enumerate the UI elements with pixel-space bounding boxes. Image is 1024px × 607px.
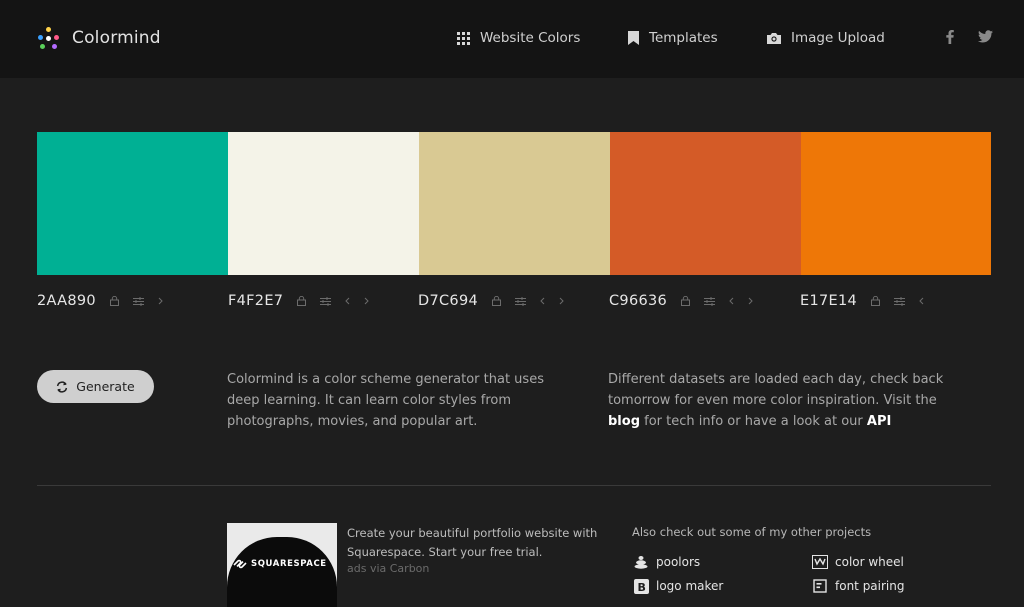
nav-image-upload[interactable]: Image Upload (767, 28, 885, 48)
ad-text[interactable]: Create your beautiful portfolio website … (347, 524, 607, 562)
lock-icon[interactable] (492, 296, 501, 306)
colormind-logo-icon[interactable] (36, 26, 60, 50)
swatch-control-4: C96636 (609, 290, 767, 312)
adjust-sliders-icon[interactable] (704, 296, 716, 306)
poolors-icon (633, 554, 649, 570)
dataset-info-pre: Different datasets are loaded each day, … (608, 372, 944, 408)
font-pairing-icon (812, 578, 828, 594)
chevron-left-icon[interactable] (919, 297, 924, 305)
chevron-left-icon[interactable] (729, 297, 734, 305)
project-label: poolors (656, 555, 701, 569)
project-logo-maker[interactable]: B logo maker (633, 578, 723, 594)
color-swatch-2[interactable] (228, 132, 419, 275)
swatch-control-3: D7C694 (418, 290, 578, 312)
generate-button[interactable]: Generate (37, 370, 154, 403)
adjust-sliders-icon[interactable] (894, 296, 906, 306)
hex-code[interactable]: E17E14 (800, 293, 857, 309)
color-swatch-4[interactable] (610, 132, 801, 275)
facebook-icon[interactable] (946, 30, 954, 48)
refresh-icon (56, 380, 68, 393)
project-font-pairing[interactable]: font pairing (812, 578, 905, 594)
color-palette (37, 132, 991, 275)
project-poolors[interactable]: poolors (633, 554, 700, 570)
nav-website-colors[interactable]: Website Colors (457, 28, 580, 48)
hex-code[interactable]: 2AA890 (37, 293, 96, 309)
color-swatch-3[interactable] (419, 132, 610, 275)
swatch-control-2: F4F2E7 (228, 290, 383, 312)
section-divider (37, 485, 991, 486)
adjust-sliders-icon[interactable] (515, 296, 526, 306)
color-swatch-1[interactable] (37, 132, 228, 275)
lock-icon[interactable] (109, 296, 119, 306)
color-wheel-icon (812, 554, 828, 570)
chevron-right-icon[interactable] (559, 297, 564, 305)
nav-templates[interactable]: Templates (628, 28, 718, 48)
chevron-left-icon[interactable] (540, 297, 545, 305)
ad-shape (227, 537, 337, 607)
swatch-controls: 2AA890 F4F2E7 D7C694 C96636 E17E14 (37, 290, 991, 312)
project-label: font pairing (835, 579, 905, 593)
chevron-right-icon[interactable] (364, 297, 370, 305)
chevron-right-icon[interactable] (748, 297, 753, 305)
hex-code[interactable]: D7C694 (418, 293, 478, 309)
lock-icon[interactable] (297, 296, 307, 306)
nav-label: Image Upload (791, 30, 885, 46)
grid-icon (457, 31, 470, 45)
logo-maker-icon: B (633, 578, 649, 594)
hex-code[interactable]: C96636 (609, 293, 667, 309)
chevron-left-icon[interactable] (345, 297, 350, 305)
squarespace-logo: SQUARESPACE (233, 559, 327, 569)
hex-code[interactable]: F4F2E7 (228, 293, 283, 309)
svg-text:B: B (637, 581, 645, 594)
color-swatch-5[interactable] (801, 132, 991, 275)
ad-via-link[interactable]: ads via Carbon (347, 562, 429, 575)
adjust-sliders-icon[interactable] (132, 296, 144, 306)
other-projects-title: Also check out some of my other projects (632, 525, 872, 539)
ad-image[interactable]: SQUARESPACE (227, 523, 337, 607)
top-navbar: Colormind Website Colors Templates Image… (0, 0, 1024, 78)
lock-icon[interactable] (871, 296, 881, 306)
intro-text: Colormind is a color scheme generator th… (227, 372, 544, 429)
chevron-right-icon[interactable] (158, 297, 163, 305)
swatch-control-5: E17E14 (800, 290, 938, 312)
dataset-info-mid: for tech info or have a look at our (644, 414, 863, 429)
generate-label: Generate (76, 379, 135, 394)
bookmark-icon (628, 31, 639, 45)
ad-brand: SQUARESPACE (251, 559, 327, 569)
brand-name[interactable]: Colormind (72, 28, 161, 48)
swatch-control-1: 2AA890 (37, 290, 177, 312)
dataset-info-text: Different datasets are loaded each day, … (608, 369, 948, 432)
project-label: logo maker (656, 579, 724, 593)
api-link[interactable]: API (867, 414, 891, 429)
adjust-sliders-icon[interactable] (320, 296, 332, 306)
project-color-wheel[interactable]: color wheel (812, 554, 904, 570)
blog-link[interactable]: blog (608, 414, 640, 429)
nav-label: Templates (649, 30, 718, 46)
twitter-icon[interactable] (978, 30, 993, 47)
lock-icon[interactable] (681, 296, 691, 306)
project-label: color wheel (835, 555, 904, 569)
nav-label: Website Colors (480, 30, 581, 46)
camera-icon (767, 32, 781, 44)
